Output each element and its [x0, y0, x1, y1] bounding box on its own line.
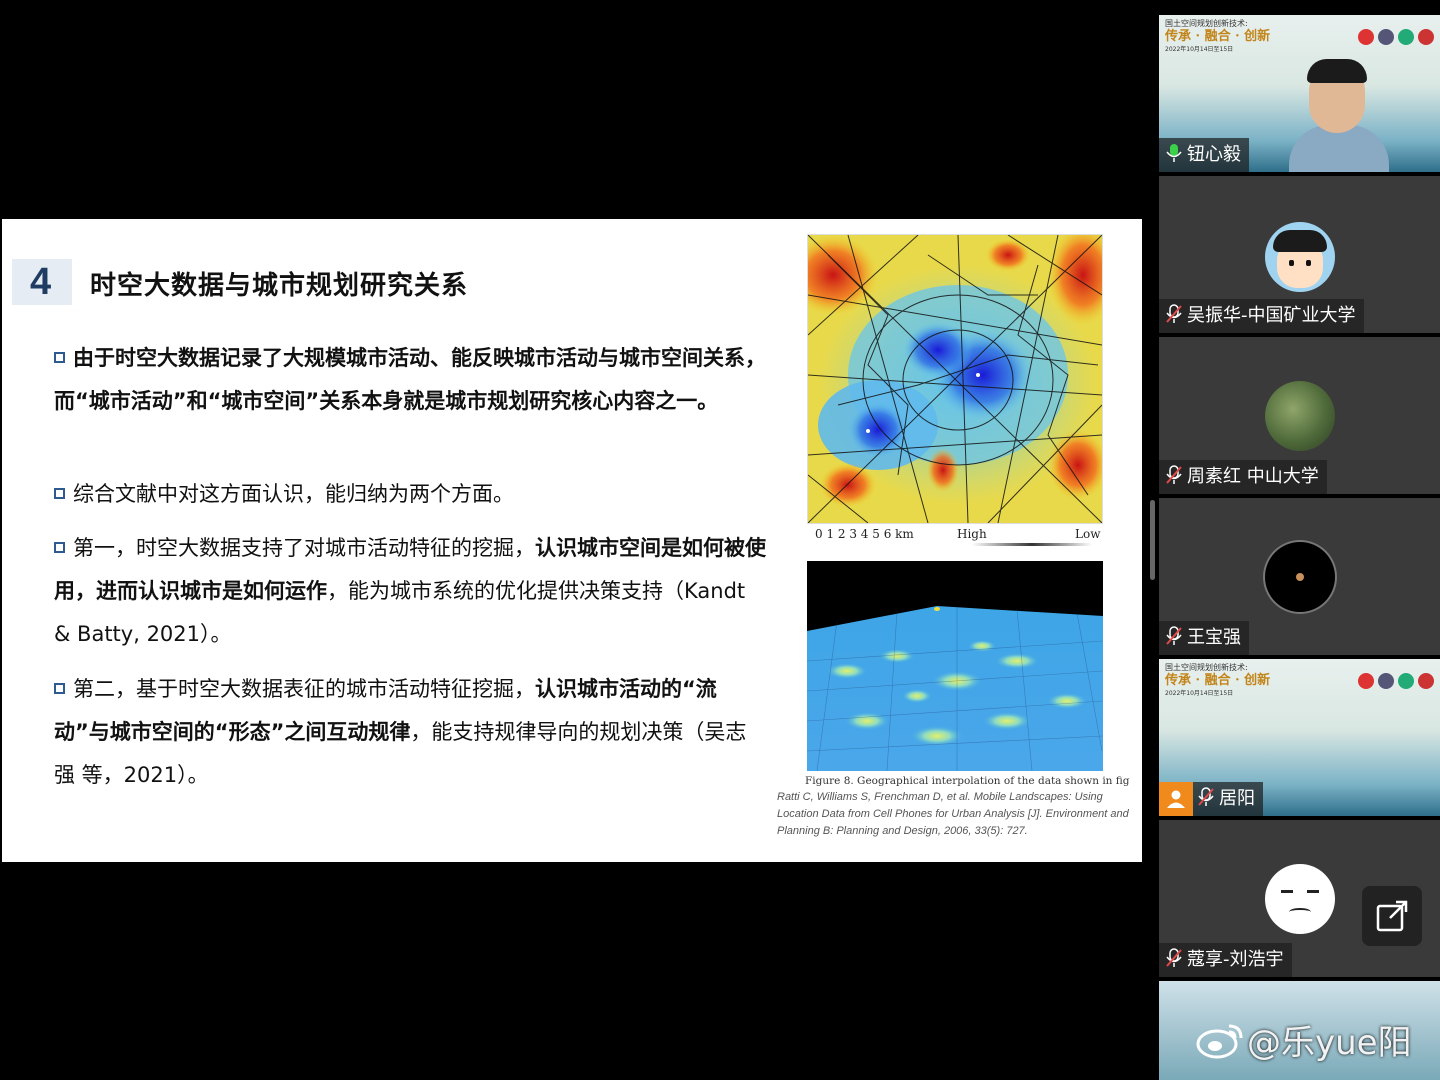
- bullet-4: 第二，基于时空大数据表征的城市活动特征挖掘，认识城市活动的“流动”与城市空间的“…: [54, 668, 766, 797]
- logo-icon: [1378, 29, 1394, 45]
- participant-tile-5[interactable]: 国土空间规划创新技术: 传承 · 融合 · 创新 2022年10月14日至15日…: [1159, 659, 1440, 816]
- logo-icon: [1398, 29, 1414, 45]
- bullet-3: 第一，时空大数据支持了对城市活动特征的挖掘，认识城市空间是如何被使用，进而认识城…: [54, 527, 766, 656]
- 3d-surface-image: [807, 561, 1103, 771]
- figure-caption: Figure 8. Geographical interpolation of …: [805, 775, 1130, 787]
- mic-off-icon: [1166, 465, 1182, 484]
- mic-off-icon: [1166, 304, 1182, 323]
- participant-name: 王宝强: [1187, 627, 1241, 648]
- logo-icon: [1418, 673, 1434, 689]
- bullet-1-text: 由于时空大数据记录了大规模城市活动、能反映城市活动与城市空间关系，而“城市活动”…: [54, 346, 766, 413]
- heat-map-image: [807, 234, 1103, 524]
- avatar: [1265, 542, 1335, 612]
- legend-high: High: [957, 527, 987, 541]
- figure-reference: Ratti C, Williams S, Frenchman D, et al.…: [777, 791, 1129, 837]
- bullet-3-pre: 第一，时空大数据支持了对城市活动特征的挖掘，: [73, 536, 535, 560]
- participant-label: 钮心毅: [1159, 138, 1249, 172]
- map-scale: 0 1 2 3 4 5 6 km: [815, 527, 914, 541]
- participant-label: 吴振华-中国矿业大学: [1159, 299, 1364, 333]
- watermark-text: @乐yue阳: [1247, 1023, 1412, 1063]
- avatar: [1265, 222, 1335, 292]
- banner-date: 2022年10月14日至15日: [1165, 46, 1234, 53]
- banner-slogan: 传承 · 融合 · 创新: [1165, 673, 1271, 688]
- banner-heading: 国土空间规划创新技术:: [1165, 663, 1248, 672]
- mic-off-icon: [1198, 787, 1214, 806]
- logo-icon: [1398, 673, 1414, 689]
- avatar: [1265, 864, 1335, 934]
- slide-title: 时空大数据与城市规划研究关系: [90, 271, 469, 301]
- figure-caption-block: Figure 8. Geographical interpolation of …: [777, 775, 1137, 840]
- banner-logos: [1354, 29, 1434, 49]
- bullet-1: 由于时空大数据记录了大规模城市活动、能反映城市活动与城市空间关系，而“城市活动”…: [54, 337, 766, 423]
- bullet-square-icon: [54, 352, 65, 363]
- avatar: [1265, 381, 1335, 451]
- section-number: 4: [30, 261, 52, 303]
- bullet-square-icon: [54, 683, 65, 694]
- participant-label: 周素红 中山大学: [1159, 460, 1327, 494]
- logo-icon: [1358, 29, 1374, 45]
- bullet-square-icon: [54, 542, 65, 553]
- bullet-4-pre: 第二，基于时空大数据表征的城市活动特征挖掘，: [73, 677, 535, 701]
- mic-on-icon: [1166, 144, 1182, 162]
- logo-icon: [1418, 29, 1434, 45]
- panel-scrollbar[interactable]: [1150, 500, 1155, 580]
- bullet-2: 综合文献中对这方面认识，能归纳为两个方面。: [54, 473, 766, 516]
- expand-tile-button[interactable]: [1362, 886, 1422, 946]
- banner-slogan: 传承 · 融合 · 创新: [1165, 29, 1271, 44]
- participant-label: 蔻享-刘浩宇: [1159, 943, 1292, 977]
- legend-gradient-bar: [972, 543, 1092, 546]
- participant-tile-2[interactable]: 吴振华-中国矿业大学: [1159, 176, 1440, 333]
- participant-name: 周素红 中山大学: [1187, 466, 1319, 487]
- participant-name: 钮心毅: [1187, 144, 1241, 165]
- weibo-icon: [1196, 1024, 1243, 1059]
- participant-label: 居阳: [1159, 782, 1263, 816]
- banner-heading: 国土空间规划创新技术:: [1165, 19, 1248, 28]
- participant-tile-1[interactable]: 国土空间规划创新技术: 传承 · 融合 · 创新 2022年10月14日至15日…: [1159, 15, 1440, 172]
- presentation-slide: 4 时空大数据与城市规划研究关系 由于时空大数据记录了大规模城市活动、能反映城市…: [2, 219, 1142, 862]
- watermark: @乐yue阳: [1195, 1015, 1412, 1064]
- participant-name: 居阳: [1219, 788, 1255, 809]
- logo-icon: [1378, 673, 1394, 689]
- participant-tile-6[interactable]: 蔻享-刘浩宇: [1159, 820, 1440, 977]
- conference-banner: 国土空间规划创新技术: 传承 · 融合 · 创新 2022年10月14日至15日: [1165, 663, 1270, 699]
- participant-label: 王宝强: [1159, 621, 1249, 655]
- speaker-video: [1279, 55, 1399, 172]
- logo-icon: [1358, 673, 1374, 689]
- participant-tile-4[interactable]: 王宝强: [1159, 498, 1440, 655]
- conference-banner: 国土空间规划创新技术: 传承 · 融合 · 创新 2022年10月14日至15日: [1165, 19, 1270, 55]
- banner-logos: [1354, 673, 1434, 693]
- user-icon: [1159, 782, 1193, 816]
- legend-low: Low: [1075, 527, 1101, 541]
- bullet-2-text: 综合文献中对这方面认识，能归纳为两个方面。: [73, 482, 514, 506]
- mic-off-icon: [1166, 626, 1182, 645]
- banner-date: 2022年10月14日至15日: [1165, 690, 1234, 697]
- mic-off-icon: [1166, 948, 1182, 967]
- participant-name: 吴振华-中国矿业大学: [1187, 305, 1356, 326]
- exit-fullscreen-icon: [1376, 900, 1408, 932]
- map-scale-legend: 0 1 2 3 4 5 6 km High Low: [807, 525, 1101, 547]
- bullet-square-icon: [54, 488, 65, 499]
- participant-name: 蔻享-刘浩宇: [1187, 949, 1284, 970]
- participant-tile-3[interactable]: 周素红 中山大学: [1159, 337, 1440, 494]
